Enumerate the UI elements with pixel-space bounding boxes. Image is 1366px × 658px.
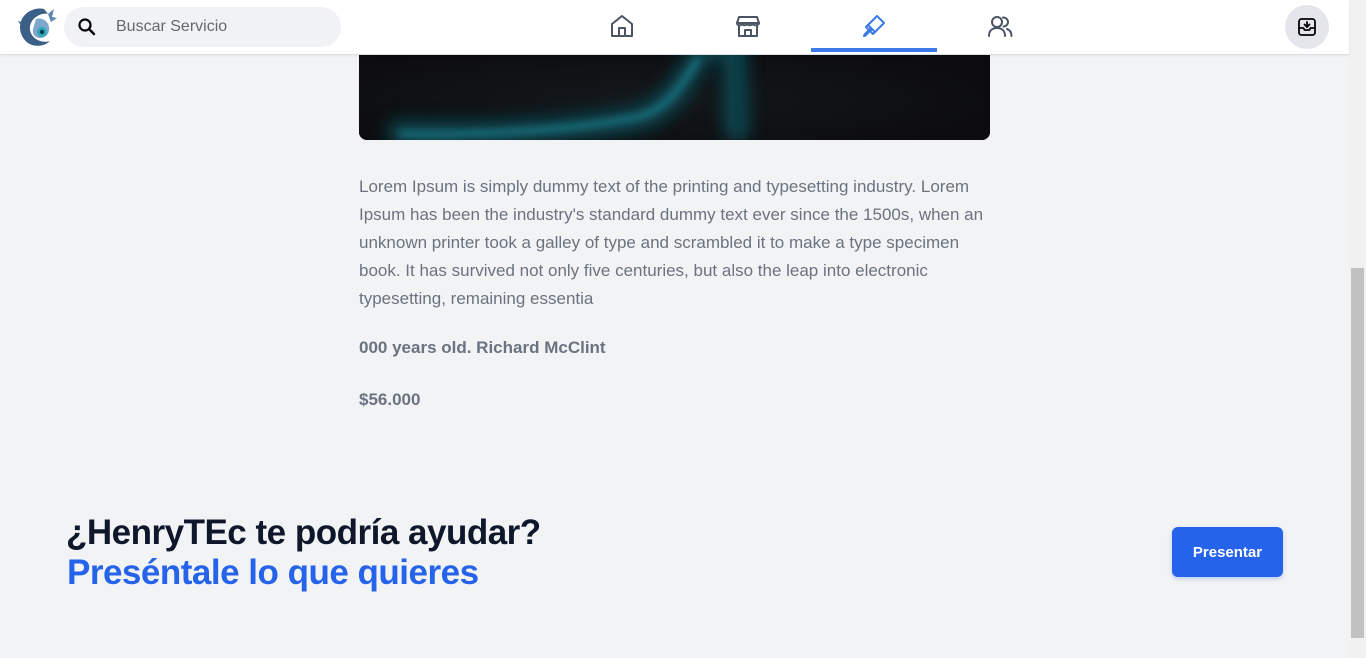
tab-store[interactable] xyxy=(685,0,811,52)
top-navbar xyxy=(0,0,1349,55)
tab-services[interactable] xyxy=(811,0,937,52)
page-scrollbar[interactable] xyxy=(1349,0,1366,658)
presentar-button[interactable]: Presentar xyxy=(1172,527,1283,577)
service-price: $56.000 xyxy=(359,390,421,409)
cta-title: ¿HenryTEc te podría ayudar? xyxy=(66,513,541,552)
service-image-graphic xyxy=(359,40,990,140)
service-image xyxy=(359,40,990,140)
search-bar xyxy=(64,7,341,47)
tab-home[interactable] xyxy=(559,0,685,52)
archive-icon xyxy=(1298,18,1316,36)
users-icon xyxy=(988,16,1013,37)
home-icon xyxy=(611,15,633,37)
search-input[interactable] xyxy=(116,15,326,39)
tab-users[interactable] xyxy=(937,0,1063,52)
service-provider-meta: 000 years old. Richard McClint xyxy=(359,338,606,357)
cta-subtitle: Preséntale lo que quieres xyxy=(67,553,479,592)
service-description: Lorem Ipsum is simply dummy text of the … xyxy=(359,177,984,308)
archive-button[interactable] xyxy=(1285,5,1329,49)
search-icon[interactable] xyxy=(77,17,97,37)
dragon-logo-icon[interactable] xyxy=(14,5,58,49)
scrollbar-thumb[interactable] xyxy=(1351,268,1364,638)
brush-icon xyxy=(863,15,885,37)
store-icon xyxy=(736,16,760,37)
